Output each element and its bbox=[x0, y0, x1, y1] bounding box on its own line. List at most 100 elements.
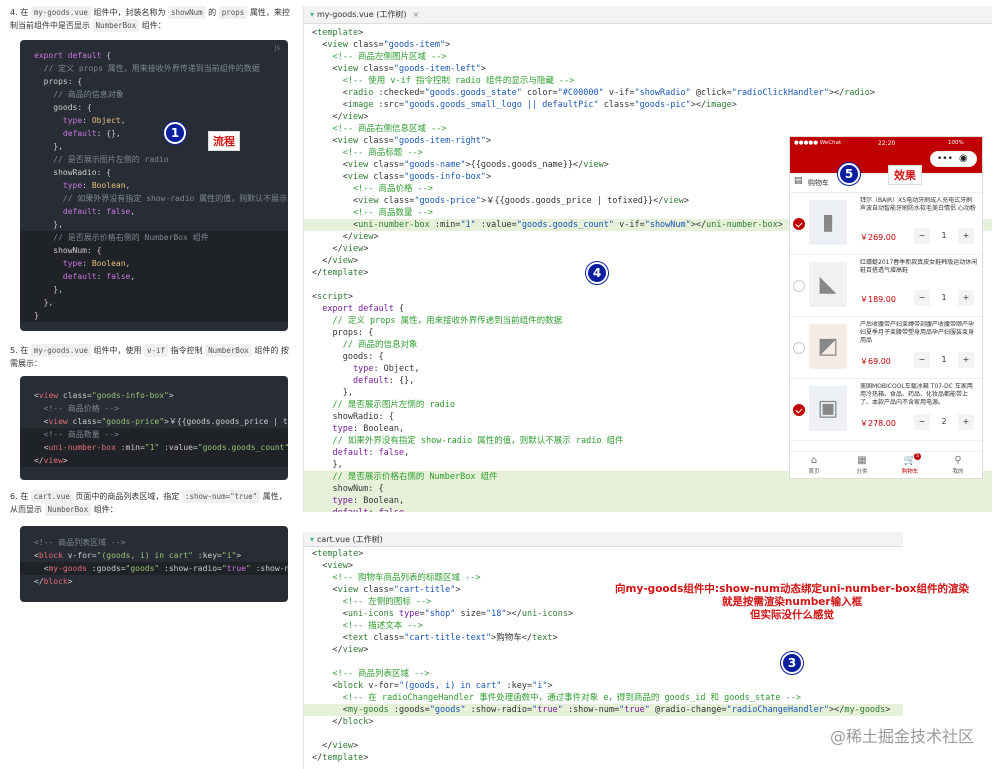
goods-item[interactable]: ▮ 拜尔（BAIR）X5电动牙刷成人充电式牙刷声波自动智能牙刷防水软毛美白情侣 心… bbox=[790, 194, 982, 255]
code-block-props: js export default { // 定义 props 属性，用来接收外… bbox=[20, 40, 288, 331]
goods-radio[interactable] bbox=[793, 342, 805, 354]
code-line: goods: { bbox=[34, 103, 92, 112]
goods-name: 红蜻蜓2017春季新款真皮女鞋韩版运动休闲鞋百搭透气增高鞋 bbox=[860, 259, 978, 274]
editor-cart: ▾ cart.vue (工作树) <template> <view> <!-- 购… bbox=[303, 532, 903, 769]
phone-preview: ●●●●● WeChat 22:20 100% ••• ◉ ▤ 购物车 ▮ 拜尔（… bbox=[789, 136, 983, 479]
minus-button[interactable]: − bbox=[914, 228, 930, 244]
code-line: <!-- 商品右侧信息区域 --> bbox=[312, 124, 447, 134]
plus-button[interactable]: + bbox=[958, 228, 974, 244]
cart-title: ▤ 购物车 bbox=[790, 173, 982, 193]
more-icon[interactable]: ••• bbox=[937, 154, 953, 164]
code-line: <!-- 商品左侧图片区域 --> bbox=[312, 52, 447, 62]
goods-image: ◩ bbox=[809, 324, 847, 369]
code-line: <view class="goods-item"> bbox=[312, 40, 451, 50]
code-line: <image :src="goods.goods_small_logo || d… bbox=[312, 100, 737, 110]
close-target-icon[interactable]: ◉ bbox=[959, 153, 968, 164]
code-block-template: <view class="goods-info-box"> <!-- 商品价格 … bbox=[20, 376, 288, 480]
number-box[interactable]: −1 + bbox=[914, 352, 974, 368]
code-line: showRadio: { bbox=[34, 168, 112, 177]
minus-button[interactable]: − bbox=[914, 290, 930, 306]
editor-tab-my-goods[interactable]: ▾ my-goods.vue (工作树) × bbox=[304, 6, 992, 24]
editor-code-lines[interactable]: <template> <view> <!-- 购物车商品列表的标题区域 --> … bbox=[304, 547, 903, 764]
code-line: <template> bbox=[312, 549, 364, 559]
code-line: }, bbox=[20, 296, 288, 309]
editor-tab-cart[interactable]: ▾ cart.vue (工作树) bbox=[304, 532, 903, 547]
tab-1[interactable]: ▦ 分类 bbox=[838, 454, 886, 475]
minus-button[interactable]: − bbox=[914, 352, 930, 368]
code-line: type: Boolean, bbox=[20, 257, 288, 270]
code-line: </template> bbox=[312, 753, 369, 763]
goods-radio[interactable] bbox=[793, 218, 805, 230]
goods-radio[interactable] bbox=[793, 280, 805, 292]
code-line: default: false, bbox=[62, 207, 136, 216]
plus-button[interactable]: + bbox=[958, 290, 974, 306]
code-line: <view class="goods-price">￥{{goods.goods… bbox=[34, 417, 288, 426]
goods-item[interactable]: ▣ 美国MOBICOOL车载冰箱 T07-DC 车家两用冷热箱、食品、药品、化妆品… bbox=[790, 380, 982, 441]
goods-image: ▣ bbox=[809, 386, 847, 431]
tab-label: 购物车 bbox=[901, 469, 919, 475]
tab-icon: ▦ bbox=[857, 455, 867, 466]
minus-button[interactable]: − bbox=[914, 414, 930, 430]
vue-file-icon: ▾ bbox=[310, 535, 315, 544]
goods-price: ￥189.00 bbox=[860, 295, 896, 304]
goods-name: 美国MOBICOOL车载冰箱 T07-DC 车家两用冷热箱、食品、药品、化妆品都… bbox=[860, 383, 973, 406]
tab-0[interactable]: ⌂ 首页 bbox=[790, 454, 838, 475]
tab-icon: 🛒 bbox=[903, 455, 917, 466]
code-line: <block v-for="(goods, i) in cart" :key="… bbox=[312, 681, 553, 691]
quantity-value[interactable]: 2 bbox=[934, 414, 954, 430]
capsule-menu[interactable]: ••• ◉ bbox=[930, 151, 977, 167]
goods-radio[interactable] bbox=[793, 404, 805, 416]
code-block-cart: <!-- 商品列表区域 --> <block v-for="(goods, i) … bbox=[20, 526, 288, 602]
code-line: type: Object, bbox=[62, 116, 126, 125]
code-line: <my-goods :goods="goods" :show-radio="tr… bbox=[20, 562, 288, 575]
code-line: </view> bbox=[312, 112, 369, 122]
code-line: </block> bbox=[312, 717, 374, 727]
close-icon[interactable]: × bbox=[412, 10, 419, 19]
tab-bar: ⌂ 首页 ▦ 分类 🛒 购物车 5 ⚲ 我的 bbox=[790, 451, 982, 478]
quantity-value[interactable]: 1 bbox=[934, 228, 954, 244]
watermark: @稀土掘金技术社区 bbox=[829, 727, 974, 746]
code-line: <text class="cart-title-text">购物车</text> bbox=[312, 633, 558, 643]
code-line: <uni-number-box :min="1" :value="goods.g… bbox=[20, 441, 288, 454]
effect-label: 效果 bbox=[888, 165, 922, 185]
flow-label: 流程 bbox=[208, 131, 240, 151]
status-bar: ●●●●● WeChat 22:20 100% ••• ◉ bbox=[790, 137, 982, 173]
number-box[interactable]: −1 + bbox=[914, 290, 974, 306]
goods-item[interactable]: ◩ 产后收腹带产妇束缚带剖腹产收腹带顺产孕妇夏季月子束腰带塑身用品孕产妇服装束身用… bbox=[790, 318, 982, 379]
tab-icon: ⚲ bbox=[954, 455, 962, 466]
code-line: // 是否展示价格右侧的 NumberBox 组件 bbox=[20, 231, 288, 244]
quantity-value[interactable]: 1 bbox=[934, 352, 954, 368]
code-line: // 商品的信息对象 bbox=[34, 90, 124, 99]
step-badge-4: 4 bbox=[586, 262, 608, 284]
code-line: <!-- 商品列表区域 --> bbox=[312, 669, 430, 679]
step-badge-1: 1 bbox=[164, 122, 186, 144]
code-line: <view class="goods-info-box"> bbox=[34, 391, 174, 400]
code-line: </view> bbox=[312, 741, 359, 751]
code-line: type: Boolean, bbox=[62, 181, 131, 190]
goods-price: ￥69.00 bbox=[860, 357, 891, 366]
goods-name: 产后收腹带产妇束缚带剖腹产收腹带顺产孕妇夏季月子束腰带塑身用品孕产妇服装束身用品 bbox=[860, 321, 975, 344]
plus-button[interactable]: + bbox=[958, 352, 974, 368]
code-line: <view class="goods-item-left"> bbox=[312, 64, 487, 74]
tab-label: 分类 bbox=[856, 469, 868, 475]
tab-3[interactable]: ⚲ 我的 bbox=[934, 454, 982, 475]
goods-item[interactable]: ◣ 红蜻蜓2017春季新款真皮女鞋韩版运动休闲鞋百搭透气增高鞋 ￥189.00 −1 + bbox=[790, 256, 982, 317]
code-line: }, bbox=[34, 220, 63, 229]
number-box[interactable]: −2 + bbox=[914, 414, 974, 430]
quantity-value[interactable]: 1 bbox=[934, 290, 954, 306]
plus-button[interactable]: + bbox=[958, 414, 974, 430]
number-box[interactable]: −1 + bbox=[914, 228, 974, 244]
tab-2[interactable]: 🛒 购物车 5 bbox=[886, 453, 934, 475]
code-line: default: false, bbox=[304, 507, 992, 512]
lang-tag: js bbox=[274, 44, 280, 52]
shop-icon: ▤ bbox=[794, 176, 803, 186]
code-line: showNum: { bbox=[304, 483, 992, 495]
code-line: // 如果外界没有指定 show-radio 属性的值，则默认不展示 bbox=[34, 194, 288, 203]
step-badge-3: 3 bbox=[781, 652, 803, 674]
vue-file-icon: ▾ bbox=[310, 10, 315, 19]
goods-price: ￥278.00 bbox=[860, 419, 896, 428]
step-4-text: 4. 在 my-goods.vue 组件中，封装名称为 showNum 的 pr… bbox=[10, 6, 290, 32]
doc-panel: 4. 在 my-goods.vue 组件中，封装名称为 showNum 的 pr… bbox=[0, 0, 297, 769]
